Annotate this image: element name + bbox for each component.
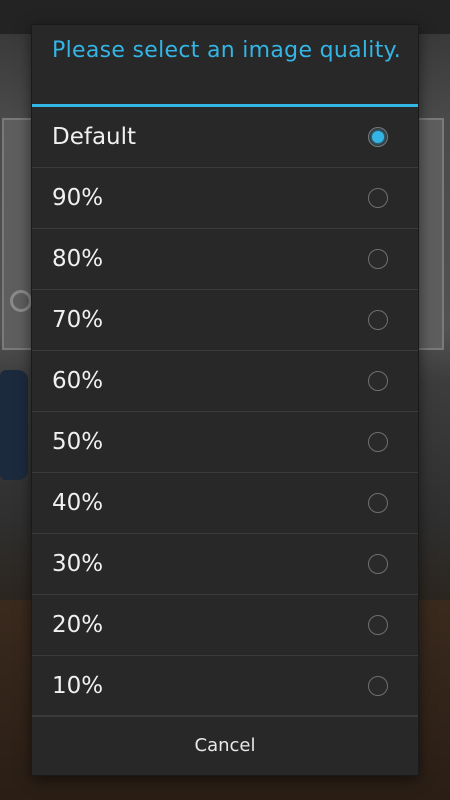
option-label: 50% [52,429,104,455]
quality-option-90[interactable]: 90% [32,168,418,229]
radio-unchecked-icon[interactable] [368,188,388,208]
radio-unchecked-icon[interactable] [368,249,388,269]
radio-unchecked-icon[interactable] [368,310,388,330]
dialog-title: Please select an image quality. [52,38,402,63]
radio-unchecked-icon[interactable] [368,615,388,635]
image-quality-dialog: Please select an image quality. Default … [32,25,418,775]
quality-option-default[interactable]: Default [32,107,418,168]
radio-unchecked-icon[interactable] [368,371,388,391]
quality-option-50[interactable]: 50% [32,412,418,473]
option-label: 80% [52,246,104,272]
quality-option-70[interactable]: 70% [32,290,418,351]
radio-unchecked-icon[interactable] [368,676,388,696]
zoom-icon [10,290,32,312]
option-label: 30% [52,551,104,577]
option-label: Default [52,124,137,150]
option-label: 10% [52,673,104,699]
radio-unchecked-icon[interactable] [368,493,388,513]
quality-option-30[interactable]: 30% [32,534,418,595]
radio-unchecked-icon[interactable] [368,432,388,452]
radio-checked-icon[interactable] [368,127,388,147]
quality-option-60[interactable]: 60% [32,351,418,412]
option-label: 20% [52,612,104,638]
quality-option-40[interactable]: 40% [32,473,418,534]
option-label: 90% [52,185,104,211]
quality-options-list: Default 90% 80% 70% 60% 50% 40% 30% 20% … [32,107,418,717]
quality-option-10[interactable]: 10% [32,656,418,717]
background-chair [0,370,28,480]
radio-unchecked-icon[interactable] [368,554,388,574]
cancel-button[interactable]: Cancel [32,716,418,775]
option-label: 40% [52,490,104,516]
quality-option-20[interactable]: 20% [32,595,418,656]
option-label: 60% [52,368,104,394]
quality-option-80[interactable]: 80% [32,229,418,290]
option-label: 70% [52,307,104,333]
